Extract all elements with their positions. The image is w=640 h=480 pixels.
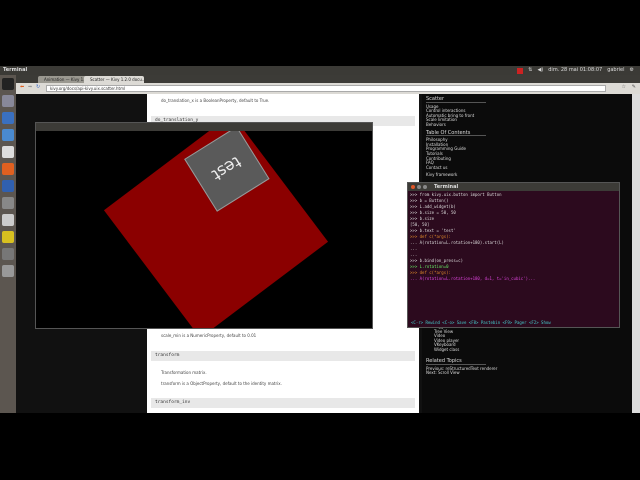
sidebar-link[interactable]: Behaviors xyxy=(426,122,632,128)
forward-icon[interactable]: ➡ xyxy=(28,84,32,90)
section-header[interactable]: transform_inv xyxy=(151,398,415,408)
launcher xyxy=(0,75,16,413)
back-icon[interactable]: ⬅ xyxy=(20,84,24,90)
mail-icon[interactable] xyxy=(517,67,524,74)
scatter-widget[interactable]: test xyxy=(103,131,329,328)
kivy-canvas: test xyxy=(36,131,372,328)
files-icon[interactable] xyxy=(2,95,14,107)
panel-title: Terminal xyxy=(3,67,28,73)
star-icon[interactable]: ☆ xyxy=(622,84,626,90)
next-link[interactable]: Next: Scroll View xyxy=(426,371,497,376)
test-button[interactable]: test xyxy=(184,131,270,212)
editor-icon[interactable] xyxy=(2,214,14,226)
network-icon[interactable]: ⇅ xyxy=(528,66,532,75)
doc-text: scale_min is a NumericProperty, default … xyxy=(161,333,257,338)
list-link[interactable]: Widget class xyxy=(434,347,461,353)
maximize-icon[interactable] xyxy=(423,185,427,189)
tab-strip: Animation — Kivy 1.2.0 d... Scatter — Ki… xyxy=(16,75,640,83)
button-label: test xyxy=(208,152,245,186)
terminal-footer: <C-r> Rewind <C-o> Save <F8> Pastebin <F… xyxy=(411,320,551,325)
settings-icon[interactable] xyxy=(2,112,14,124)
kivy-titlebar[interactable] xyxy=(36,123,372,131)
terminal-line: ... A(rotation=L.rotation+180, d=1, t='i… xyxy=(410,276,536,281)
python-icon[interactable] xyxy=(2,231,14,243)
reload-icon[interactable]: ↻ xyxy=(36,84,40,90)
toc-link[interactable]: Contact us xyxy=(426,165,632,171)
kivy-window: test xyxy=(35,122,373,329)
url-input[interactable]: kivy.org/docs/api-kivy.uix.scatter.html xyxy=(46,85,606,92)
app-icon[interactable] xyxy=(2,146,14,158)
software-center-icon[interactable] xyxy=(2,163,14,175)
gear-icon[interactable]: ⚙ xyxy=(630,66,634,75)
terminal-titlebar[interactable]: Terminal xyxy=(408,183,619,191)
close-icon[interactable] xyxy=(411,185,415,189)
terminal-window[interactable]: Terminal >>> from kivy.uix.button import… xyxy=(407,182,620,328)
doc-text: Transformation matrix. xyxy=(161,370,207,375)
scrollbar[interactable] xyxy=(632,94,640,413)
volume-icon[interactable]: ◀) xyxy=(537,66,543,75)
minimize-icon[interactable] xyxy=(417,185,421,189)
doc-text: do_translation_x is a BooleanProperty, d… xyxy=(161,98,270,103)
sidebar-title: Scatter xyxy=(426,97,486,103)
section-header[interactable]: transform xyxy=(151,351,415,361)
terminal-title: Terminal xyxy=(434,184,459,190)
app2-icon[interactable] xyxy=(2,197,14,209)
toc-link[interactable]: Kivy framework xyxy=(426,173,632,178)
toolbar: ⬅ ➡ ↻ kivy.org/docs/api-kivy.uix.scatter… xyxy=(16,83,640,94)
terminal-icon[interactable] xyxy=(2,78,14,90)
window2-icon[interactable] xyxy=(2,265,14,277)
clock[interactable]: dim. 28 mai 01:08:07 xyxy=(548,66,602,75)
tab-scatter[interactable]: Scatter — Kivy 1.2.0 docu... xyxy=(84,76,144,83)
window-icon[interactable] xyxy=(2,248,14,260)
toc-title: Table Of Contents xyxy=(426,130,486,137)
doc-text: transform is a ObjectProperty, default t… xyxy=(161,381,282,386)
chromium-icon[interactable] xyxy=(2,180,14,192)
top-panel: Terminal ⇅ ◀) dim. 28 mai 01:08:07 gabri… xyxy=(0,66,640,75)
user-menu[interactable]: gabriel xyxy=(607,66,624,75)
browser-icon[interactable] xyxy=(2,129,14,141)
related-title: Related Topics xyxy=(426,359,486,365)
wrench-icon[interactable]: ✎ xyxy=(632,84,636,90)
